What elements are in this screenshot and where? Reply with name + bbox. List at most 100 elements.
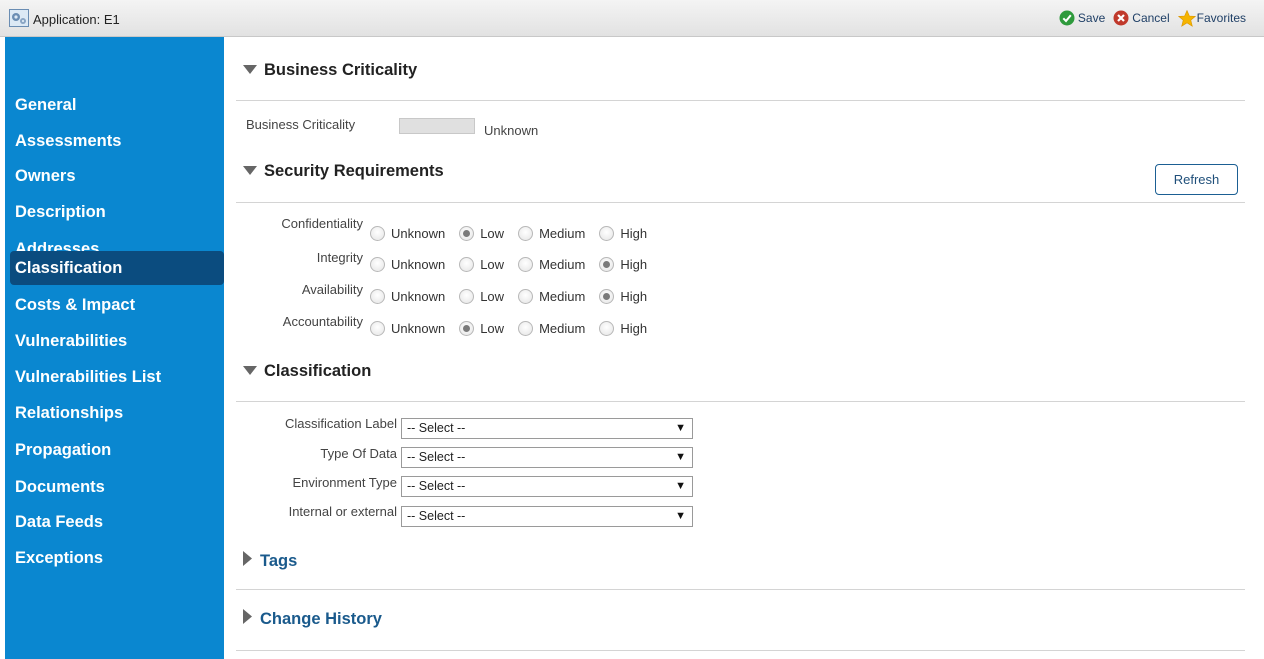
- sidebar-item-exceptions[interactable]: Exceptions: [15, 541, 103, 575]
- radio-option[interactable]: High: [599, 257, 647, 272]
- classification-label-field-label: Classification Label: [284, 416, 397, 431]
- radio-button[interactable]: [370, 321, 385, 336]
- divider: [236, 589, 1245, 590]
- cancel-label: Cancel: [1132, 11, 1170, 25]
- radio-label: High: [620, 321, 648, 336]
- cancel-icon: [1113, 10, 1129, 26]
- radio-button-selected[interactable]: [599, 257, 615, 272]
- radio-option[interactable]: Low: [459, 289, 504, 304]
- confidentiality-label: Confidentiality: [281, 216, 363, 231]
- cancel-button[interactable]: Cancel: [1113, 10, 1170, 26]
- window-title: Application: E1: [33, 12, 120, 27]
- action-bar: Save Cancel Favorites: [1051, 9, 1246, 27]
- internal-or-external-select[interactable]: -- Select -- ▼: [401, 506, 693, 527]
- radio-option[interactable]: Medium: [518, 257, 585, 272]
- sidebar-item-vulnerabilities-list[interactable]: Vulnerabilities List: [15, 360, 161, 394]
- radio-option[interactable]: Unknown: [370, 321, 445, 336]
- sidebar-item-data-feeds[interactable]: Data Feeds: [15, 505, 103, 539]
- radio-option[interactable]: Unknown: [370, 226, 445, 241]
- sidebar: General Assessments Owners Description A…: [5, 37, 224, 659]
- dropdown-arrow-icon: ▼: [675, 510, 686, 522]
- application-gear-icon: [9, 9, 29, 27]
- radio-option[interactable]: High: [599, 289, 647, 304]
- radio-button[interactable]: [518, 226, 534, 241]
- dropdown-arrow-icon: ▼: [675, 451, 686, 463]
- sidebar-item-assessments[interactable]: Assessments: [15, 124, 121, 158]
- radio-button[interactable]: [518, 321, 534, 336]
- radio-label: Low: [480, 289, 505, 304]
- sidebar-item-classification[interactable]: Classification: [10, 251, 224, 285]
- radio-option[interactable]: Unknown: [370, 289, 445, 304]
- radio-button[interactable]: [459, 257, 475, 272]
- section-title: Security Requirements: [264, 162, 444, 180]
- expanded-triangle-icon: [243, 362, 257, 381]
- select-value: -- Select --: [407, 509, 466, 523]
- radio-label: Medium: [539, 226, 586, 241]
- radio-button[interactable]: [518, 257, 534, 272]
- section-change-history[interactable]: Change History: [243, 609, 382, 629]
- internal-or-external-label: Internal or external: [288, 504, 397, 519]
- radio-label: Low: [480, 226, 505, 241]
- availability-label: Availability: [301, 282, 363, 297]
- radio-option[interactable]: Medium: [518, 289, 585, 304]
- sidebar-item-relationships[interactable]: Relationships: [15, 396, 123, 430]
- section-title: Classification: [264, 362, 372, 380]
- divider: [236, 100, 1245, 101]
- business-criticality-value: Unknown: [484, 123, 539, 138]
- collapsed-triangle-icon: [243, 609, 253, 629]
- integrity-label: Integrity: [316, 250, 363, 265]
- dropdown-arrow-icon: ▼: [675, 480, 686, 492]
- radio-button-selected[interactable]: [459, 226, 475, 241]
- save-button[interactable]: Save: [1059, 10, 1105, 26]
- radio-button[interactable]: [459, 289, 475, 304]
- radio-button-selected[interactable]: [599, 289, 615, 304]
- expanded-triangle-icon: [243, 61, 257, 80]
- sidebar-item-documents[interactable]: Documents: [15, 470, 105, 504]
- radio-label: Unknown: [391, 321, 446, 336]
- radio-option[interactable]: Unknown: [370, 257, 445, 272]
- radio-button[interactable]: [370, 257, 385, 272]
- radio-option[interactable]: Medium: [518, 321, 585, 336]
- section-classification[interactable]: Classification: [243, 362, 371, 381]
- accountability-radio-group: Unknown Low Medium High: [370, 321, 661, 336]
- radio-label: High: [620, 226, 648, 241]
- type-of-data-select[interactable]: -- Select -- ▼: [401, 447, 693, 468]
- divider: [236, 202, 1245, 203]
- radio-option[interactable]: High: [599, 226, 647, 241]
- radio-label: Unknown: [391, 226, 446, 241]
- business-criticality-label: Business Criticality: [246, 117, 356, 132]
- radio-button-selected[interactable]: [459, 321, 475, 336]
- radio-button[interactable]: [370, 226, 385, 241]
- radio-button[interactable]: [370, 289, 385, 304]
- sidebar-item-costs-impact[interactable]: Costs & Impact: [15, 288, 135, 322]
- radio-option[interactable]: Low: [459, 226, 504, 241]
- title-bar: Application: E1 Save Cancel Favorites: [0, 0, 1264, 37]
- business-criticality-bar: [399, 118, 475, 134]
- radio-option[interactable]: High: [599, 321, 647, 336]
- radio-option[interactable]: Low: [459, 257, 504, 272]
- sidebar-item-propagation[interactable]: Propagation: [15, 433, 111, 467]
- section-business-criticality[interactable]: Business Criticality: [243, 61, 417, 80]
- sidebar-item-general[interactable]: General: [15, 88, 76, 122]
- section-tags[interactable]: Tags: [243, 551, 297, 571]
- classification-label-select[interactable]: -- Select -- ▼: [401, 418, 693, 439]
- confidentiality-radio-group: Unknown Low Medium High: [370, 226, 661, 241]
- radio-label: Medium: [539, 321, 586, 336]
- radio-option[interactable]: Medium: [518, 226, 585, 241]
- radio-button[interactable]: [599, 226, 615, 241]
- sidebar-item-owners[interactable]: Owners: [15, 159, 76, 193]
- radio-button[interactable]: [599, 321, 615, 336]
- section-title: Tags: [260, 551, 298, 570]
- section-title: Business Criticality: [264, 61, 418, 79]
- star-icon: [1177, 9, 1196, 27]
- favorites-label: Favorites: [1196, 11, 1246, 25]
- favorites-button[interactable]: Favorites: [1177, 9, 1246, 27]
- sidebar-item-description[interactable]: Description: [15, 195, 106, 229]
- radio-button[interactable]: [518, 289, 534, 304]
- refresh-button[interactable]: Refresh: [1155, 164, 1238, 195]
- radio-option[interactable]: Low: [459, 321, 504, 336]
- environment-type-select[interactable]: -- Select -- ▼: [401, 476, 693, 497]
- environment-type-label: Environment Type: [292, 475, 397, 490]
- section-security-requirements[interactable]: Security Requirements: [243, 162, 444, 181]
- sidebar-item-vulnerabilities[interactable]: Vulnerabilities: [15, 324, 127, 358]
